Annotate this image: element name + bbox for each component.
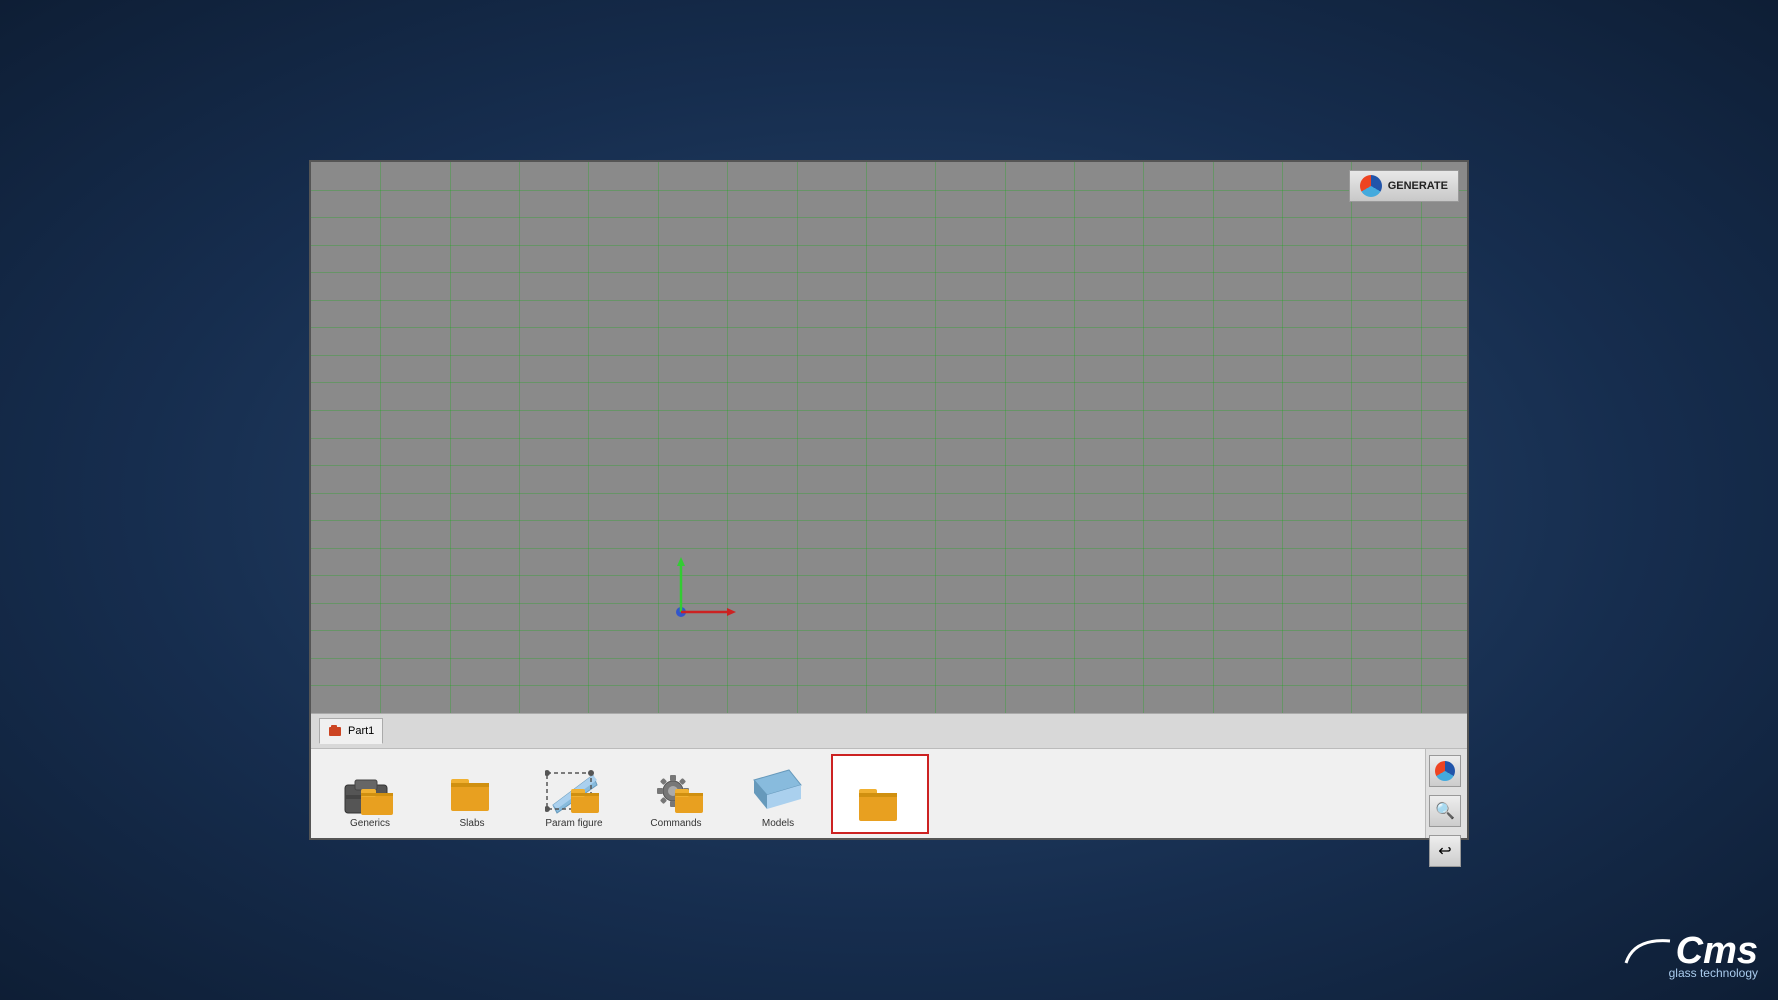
toolbar-top-right-btn[interactable]: [1429, 755, 1461, 787]
app-window: GENERATE: [309, 160, 1469, 840]
generate-icon: [1360, 175, 1382, 197]
tool-paramfig-label: Param figure: [545, 818, 602, 829]
cms-swoosh-icon: [1624, 933, 1672, 969]
tool-sixth[interactable]: [831, 754, 929, 834]
tool-commands-label: Commands: [650, 818, 701, 829]
tab-part1-label: Part1: [348, 725, 374, 737]
cms-subtitle: glass technology: [1669, 966, 1758, 980]
tool-commands[interactable]: Commands: [627, 754, 725, 834]
outer-background: GENERATE: [0, 0, 1778, 1000]
cms-logo: Cms glass technology: [1624, 932, 1758, 980]
undo-button[interactable]: ↩: [1429, 835, 1461, 867]
search-button[interactable]: 🔍: [1429, 795, 1461, 827]
tool-generics-label: Generics: [350, 818, 390, 829]
tool-models[interactable]: Models: [729, 754, 827, 834]
grid-lines: [311, 162, 1467, 713]
right-toolbar: 🔍 ↩: [1425, 749, 1467, 838]
tab-part1[interactable]: Part1: [319, 718, 383, 744]
undo-btn[interactable]: ↩: [1429, 835, 1461, 867]
tool-slabs[interactable]: Slabs: [423, 754, 521, 834]
cms-name: Cms: [1676, 932, 1758, 970]
toolbar-bottom: Generics Slabs: [311, 748, 1467, 838]
tool-paramfig[interactable]: Param figure: [525, 754, 623, 834]
tool-generics[interactable]: Generics: [321, 754, 419, 834]
viewport[interactable]: GENERATE: [311, 162, 1467, 713]
generate-label: GENERATE: [1388, 180, 1448, 192]
tool-slabs-label: Slabs: [459, 818, 484, 829]
search-btn[interactable]: 🔍: [1429, 795, 1461, 827]
axis-widget: [661, 552, 741, 637]
generate-button[interactable]: GENERATE: [1349, 170, 1459, 202]
tool-models-label: Models: [762, 818, 794, 829]
tab-bar: Part1: [311, 713, 1467, 748]
